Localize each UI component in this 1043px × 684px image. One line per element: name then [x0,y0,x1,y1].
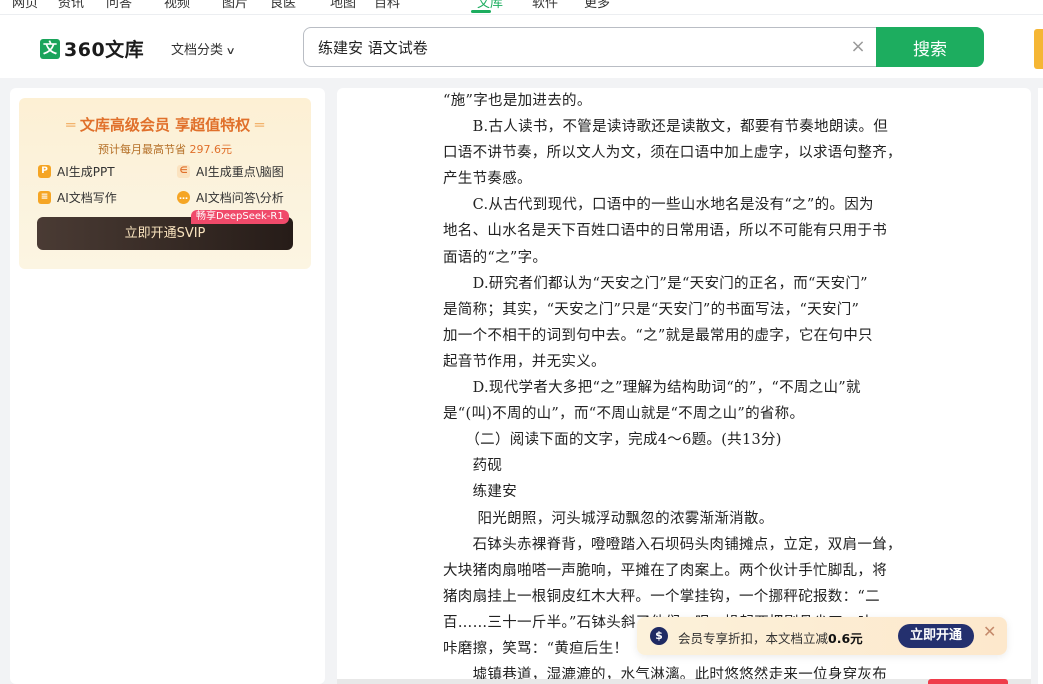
doc-line: 是简称；其实，“天安之门”只是“天安门”的书面写法，“天安门” [443,301,860,318]
document-viewer[interactable]: “施”字也是加进去的。 B.古人读书，不管是读诗歌还是读散文，都要有节奏地朗读。… [337,88,1031,684]
nav-item[interactable]: 良医 [270,0,296,11]
open-now-button[interactable]: 立即开通 [898,624,974,648]
right-panel-edge [1038,88,1043,684]
doc-category-label: 文档分类 [171,43,224,58]
doc-line: D.现代学者大多把“之”理解为结构助词“的”，“不周之山”就 [443,380,861,397]
logo-text: 360文库 [64,39,145,61]
promo-price: 297.6元 [189,143,233,156]
nav-item[interactable]: 更多 [584,0,610,11]
mindmap-icon: ∈ [177,165,190,178]
nav-item[interactable]: 网页 [12,0,38,11]
document-body: “施”字也是加进去的。 B.古人读书，不管是读诗歌还是读散文，都要有节奏地朗读。… [443,88,933,684]
doc-line: （二）阅读下面的文字，完成4～6题。(共13分) [443,432,782,449]
doc-line: 猪肉扇挂上一根铜皮红木大秤。一个掌挂钩，一个挪秤砣报数：“二 [443,588,880,605]
doc-line: 石钵头赤裸脊背，噔噔踏入石坝码头肉铺摊点，立定，双肩一耸， [443,536,902,553]
vip-tip-text: 会员专享折扣，本文档立减0.6元 [678,631,863,646]
search-input[interactable] [318,37,838,57]
nav-item[interactable]: 百科 [374,0,400,11]
nav-item[interactable]: 软件 [532,0,558,11]
nav-item[interactable]: 资讯 [58,0,84,11]
sidebar: ═ 文库高级会员 享超值特权 ═ 预计每月最高节省 297.6元 P AI生成P… [10,88,325,684]
search-button[interactable]: 搜索 [876,27,984,67]
promo-subtitle: 预计每月最高节省 297.6元 [98,143,233,156]
doc-line: 产生节奏感。 [443,171,532,188]
doc-category-dropdown[interactable]: 文档分类 ∨ [171,39,236,58]
doc-line: “施”字也是加进去的。 [443,93,592,109]
chevron-down-icon: ∨ [225,46,236,57]
doc-line: D.研究者们都认为“天安之门”是“天安门的正名，而“天安门” [443,275,868,292]
doc-line: 练建安 [443,484,517,501]
gift-icon[interactable] [1034,29,1043,69]
bottom-badge[interactable] [928,679,1008,684]
doc-line: 地名、山水名是天下百姓口语中的日常用语，所以不可能有只用于书 [443,223,887,240]
search-box: × 搜索 [303,27,984,67]
write-icon: ≡ [38,191,51,204]
doc-line: 药砚 [443,458,503,475]
discount-icon: $ [650,627,668,645]
nav-item[interactable]: 问答 [106,0,132,11]
doc-line: 口语不讲节奏，所以文人为文，须在口语中加上虚字，以求语句整齐， [443,145,902,162]
doc-line: B.古人读书，不管是读诗歌还是读散文，都要有节奏地朗读。但 [443,119,889,136]
doc-line: 是“(叫)不周的山”，而“不周山就是“不周之山”的省称。 [443,406,805,423]
promo-title: ═ 文库高级会员 享超值特权 ═ [66,116,264,134]
wenku-logo-icon: 文 [40,38,60,59]
logo[interactable]: 文 360文库 [40,35,144,62]
doc-line: 加一个不相干的词到句中去。“之”就是最常用的虚字，它在句中只 [443,327,873,344]
bottom-toolbar [337,679,1031,684]
feature-ai-writing[interactable]: ≡ AI文档写作 [38,189,117,206]
feature-ai-qa[interactable]: … AI文档问答\分析 [177,189,284,206]
top-nav: 网页 资讯 问答 视频 图片 良医 地图 百科 文库 软件 更多 [0,0,1043,14]
doc-line: 大块猪肉扇啪嗒一声脆响，平摊在了肉案上。两个伙计手忙脚乱，将 [443,562,887,579]
doc-line: 阳光朗照，河头城浮动飘忽的浓雾渐渐消散。 [443,510,774,527]
nav-item[interactable]: 地图 [330,0,356,11]
feature-ai-ppt[interactable]: P AI生成PPT [38,163,115,180]
nav-item[interactable]: 图片 [222,0,248,11]
ppt-icon: P [38,165,51,178]
feature-ai-mindmap[interactable]: ∈ AI生成重点\脑图 [177,163,284,180]
close-icon[interactable]: ✕ [983,622,996,641]
header: 文 360文库 文档分类∨ × 搜索 [0,14,1043,78]
doc-line: 面语的“之”字。 [443,249,548,266]
chat-icon: … [177,191,190,204]
svip-promo-card: ═ 文库高级会员 享超值特权 ═ 预计每月最高节省 297.6元 P AI生成P… [19,98,311,269]
doc-line: C.从古代到现代，口语中的一些山水地名是没有“之”的。因为 [443,197,874,214]
vip-discount-tip: $ 会员专享折扣，本文档立减0.6元 立即开通 ✕ [637,617,1007,655]
nav-item[interactable]: 视频 [164,0,190,11]
doc-line: 起音节作用，并无实义。 [443,353,606,370]
nav-active-indicator [471,10,491,13]
clear-icon[interactable]: × [848,35,868,59]
deepseek-badge: 畅享DeepSeek-R1 [191,210,289,224]
